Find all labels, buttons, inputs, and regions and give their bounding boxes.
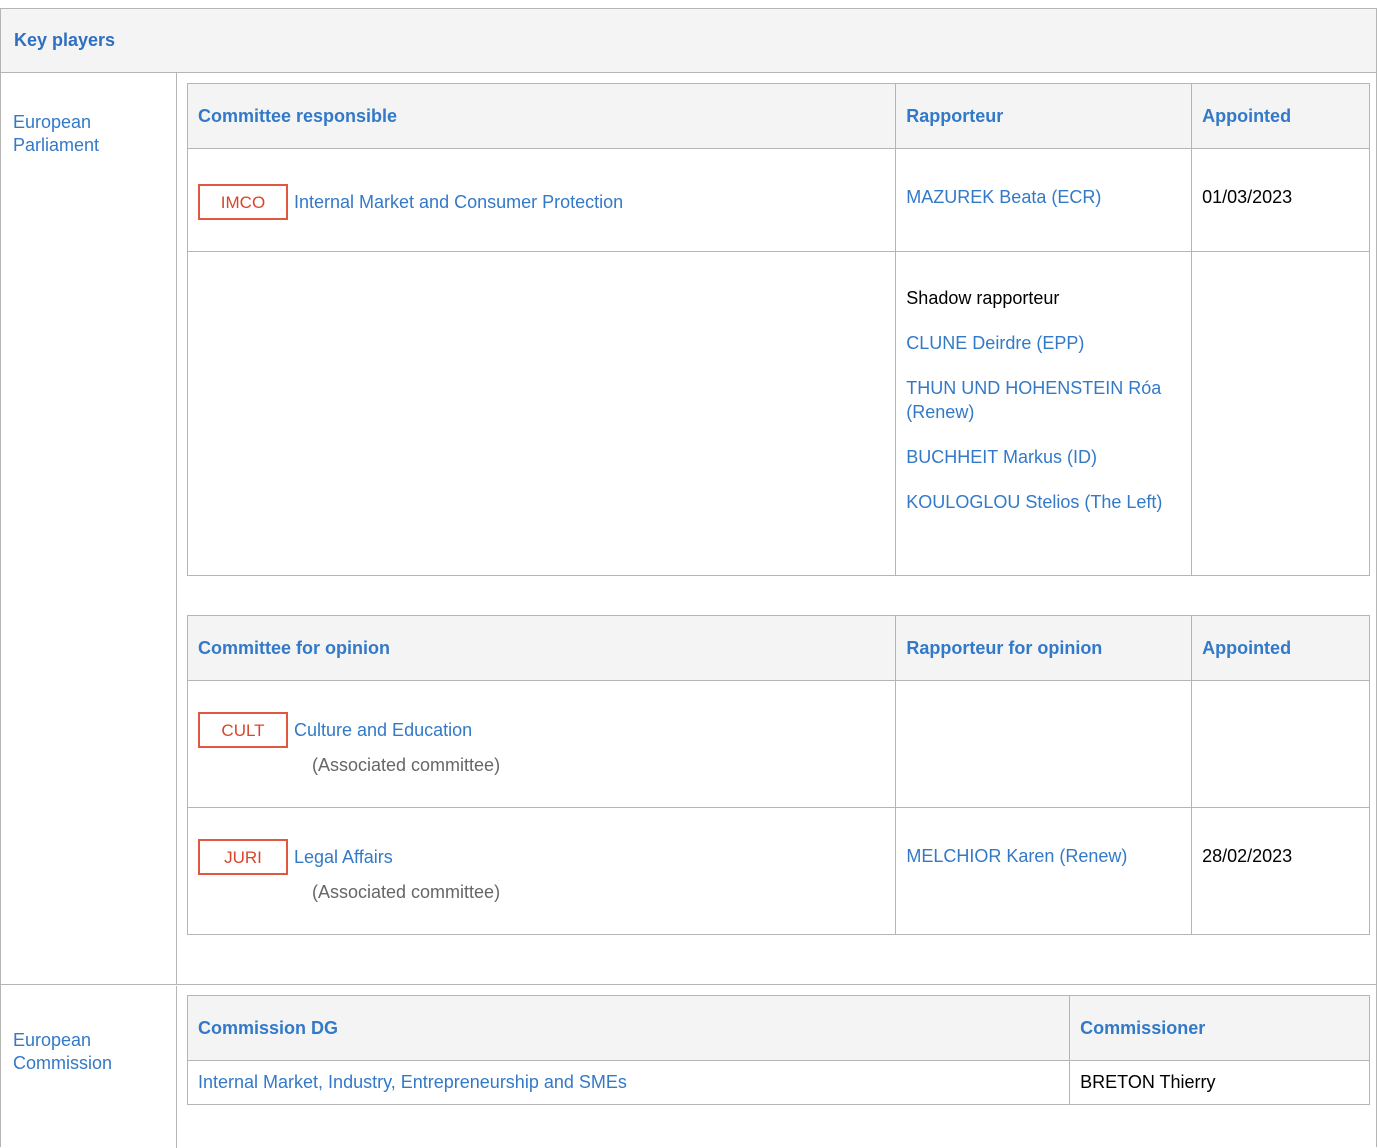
header-commission-dg: Commission DG (186, 995, 1071, 1061)
header-rapporteur: Rapporteur (895, 83, 1193, 149)
shadow-rapporteur-link[interactable]: BUCHHEIT Markus (ID) (906, 447, 1097, 467)
associated-note: (Associated committee) (312, 755, 501, 775)
header-committee-responsible: Committee responsible (186, 83, 897, 149)
committee-cell: IMCO Internal Market and Consumer Protec… (186, 148, 897, 252)
committee-name-link[interactable]: Internal Market and Consumer Protection (294, 192, 623, 213)
associated-note: (Associated committee) (312, 882, 501, 902)
table-row: IMCO Internal Market and Consumer Protec… (186, 148, 1370, 252)
shadow-rapporteur-label: Shadow rapporteur (906, 288, 1060, 308)
rapporteur-link[interactable]: MELCHIOR Karen (Renew) (906, 846, 1127, 866)
committee-cell: CULT Culture and Education (Associated c… (186, 680, 897, 808)
key-players-panel: Key players European Parliament Committe… (0, 8, 1377, 1148)
european-commission-row: European Commission Commission DG Commis… (1, 986, 1377, 1148)
section-header: Key players (1, 9, 1376, 73)
appointed-date: 28/02/2023 (1191, 807, 1370, 935)
shadow-row: Shadow rapporteur CLUNE Deirdre (EPP) TH… (186, 251, 1370, 576)
shadow-rapporteur-link[interactable]: KOULOGLOU Stelios (The Left) (906, 492, 1162, 512)
rapporteur-cell: MAZUREK Beata (ECR) (895, 148, 1193, 252)
header-appointed: Appointed (1191, 615, 1370, 681)
table-row: Internal Market, Industry, Entrepreneurs… (186, 1060, 1370, 1105)
header-rapporteur-opinion: Rapporteur for opinion (895, 615, 1193, 681)
institution-label-ep[interactable]: European Parliament (13, 111, 153, 157)
header-appointed: Appointed (1191, 83, 1370, 149)
section-title: Key players (14, 30, 116, 50)
shadow-rapporteur-link[interactable]: THUN UND HOHENSTEIN Róa (Renew) (906, 378, 1161, 422)
appointed-date: 01/03/2023 (1191, 148, 1370, 252)
european-parliament-row: European Parliament Committee responsibl… (1, 73, 1377, 985)
committee-name-link[interactable]: Legal Affairs (294, 847, 393, 868)
committee-code-badge[interactable]: CULT (198, 712, 288, 748)
table-row: JURI Legal Affairs (Associated committee… (186, 807, 1370, 935)
institution-label-ec[interactable]: European Commission (13, 1029, 153, 1075)
table-row: CULT Culture and Education (Associated c… (186, 680, 1370, 808)
appointed-date (1191, 680, 1370, 808)
header-commissioner: Commissioner (1069, 995, 1370, 1061)
header-committee-opinion: Committee for opinion (186, 615, 897, 681)
rapporteur-cell (895, 680, 1193, 808)
committee-code-badge[interactable]: IMCO (198, 184, 288, 220)
shadow-rapporteur-link[interactable]: CLUNE Deirdre (EPP) (906, 333, 1084, 353)
committee-opinion-table: Committee for opinion Rapporteur for opi… (186, 615, 1370, 935)
empty-cell (186, 251, 897, 576)
dg-cell: Internal Market, Industry, Entrepreneurs… (186, 1060, 1071, 1105)
dg-link[interactable]: Internal Market, Industry, Entrepreneurs… (198, 1072, 627, 1092)
committee-responsible-table: Committee responsible Rapporteur Appoint… (186, 83, 1370, 576)
committee-name-link[interactable]: Culture and Education (294, 720, 472, 741)
commission-table: Commission DG Commissioner Internal Mark… (186, 995, 1370, 1105)
rapporteur-link[interactable]: MAZUREK Beata (ECR) (906, 187, 1101, 207)
commissioner-name: BRETON Thierry (1069, 1060, 1370, 1105)
committee-code-badge[interactable]: JURI (198, 839, 288, 875)
committee-cell: JURI Legal Affairs (Associated committee… (186, 807, 897, 935)
empty-cell (1191, 251, 1370, 576)
rapporteur-cell: MELCHIOR Karen (Renew) (895, 807, 1193, 935)
institution-cell: European Parliament (1, 73, 177, 984)
institution-cell: European Commission (1, 986, 177, 1148)
shadow-cell: Shadow rapporteur CLUNE Deirdre (EPP) TH… (895, 251, 1193, 576)
